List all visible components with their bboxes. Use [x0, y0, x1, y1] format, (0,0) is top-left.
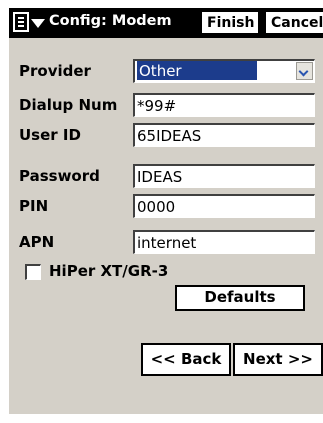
provider-label: Provider [19, 62, 91, 80]
apn-label: APN [19, 233, 55, 251]
provider-row: Provider Other [9, 59, 323, 83]
window-title: Config: Modem [49, 13, 172, 29]
menu-icon [13, 12, 29, 32]
dialup-row: Dialup Num *99# [9, 93, 323, 117]
cancel-button[interactable]: Cancel [264, 10, 323, 35]
user-id-label: User ID [19, 126, 81, 144]
user-id-row: User ID 65IDEAS [9, 123, 323, 147]
dialup-number-field[interactable]: *99# [133, 93, 315, 117]
hiper-checkbox-label[interactable]: HiPer XT/GR-3 [49, 262, 168, 280]
next-button[interactable]: Next >> [233, 343, 323, 376]
defaults-button[interactable]: Defaults [175, 285, 305, 311]
dialog-window: Config: Modem Finish Cancel Provider Oth… [8, 7, 323, 414]
hiper-checkbox[interactable] [25, 264, 41, 280]
back-button[interactable]: << Back [141, 343, 231, 376]
pin-field[interactable]: 0000 [133, 194, 315, 218]
finish-button[interactable]: Finish [200, 10, 260, 35]
pin-row: PIN 0000 [9, 194, 323, 218]
password-label: Password [19, 167, 100, 185]
pin-label: PIN [19, 197, 49, 215]
password-row: Password IDEAS [9, 164, 323, 188]
apn-row: APN internet [9, 230, 323, 254]
dialup-label: Dialup Num [19, 96, 118, 114]
title-bar: Config: Modem Finish Cancel [9, 8, 323, 38]
dropdown-arrow-icon [31, 19, 45, 28]
provider-selected-value: Other [137, 61, 257, 80]
provider-select[interactable]: Other [133, 59, 315, 83]
user-id-field[interactable]: 65IDEAS [133, 123, 315, 147]
password-field[interactable]: IDEAS [133, 164, 315, 188]
chevron-down-icon[interactable] [296, 62, 313, 80]
apn-field[interactable]: internet [133, 230, 315, 254]
menu-button[interactable] [13, 12, 49, 34]
